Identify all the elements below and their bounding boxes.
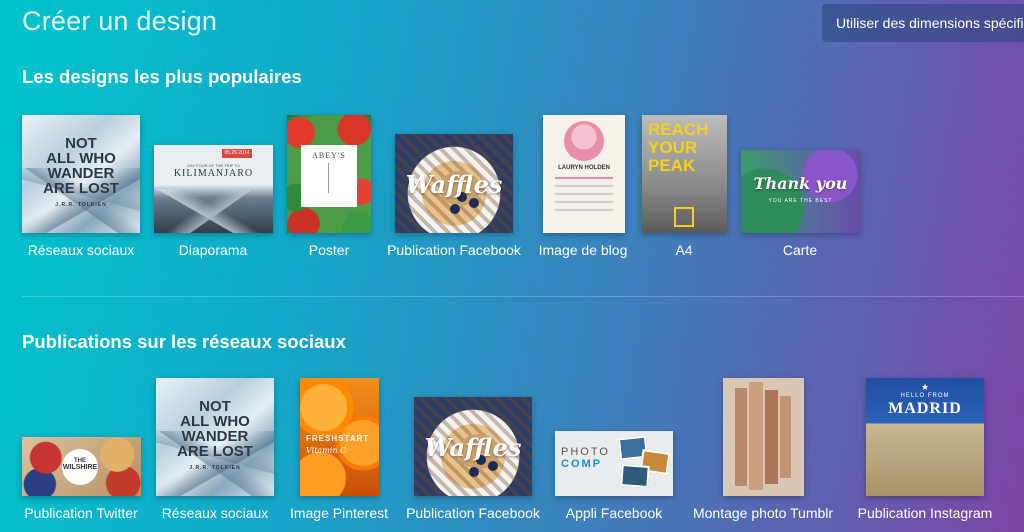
tile-label: Réseaux sociaux [27, 242, 135, 258]
a4-frame [674, 207, 694, 227]
photo-card [620, 464, 650, 488]
blueberry [469, 467, 479, 477]
freshstart-thumbnail: FRESHSTART Vitamin C [300, 378, 379, 496]
blog-line [555, 193, 613, 195]
a4-line-2: YOUR [648, 137, 698, 157]
a4-headline: REACH YOUR PEAK [648, 121, 708, 175]
reach-your-peak-thumbnail: REACH YOUR PEAK [642, 115, 727, 233]
poster-title: ABEY'S [312, 151, 346, 160]
blog-line [555, 201, 613, 203]
blog-line [555, 209, 613, 211]
popular-section-title: Les designs les plus populaires [22, 66, 302, 87]
a4-line-1: REACH [648, 120, 709, 139]
waffles-script: Waffles [424, 433, 522, 462]
tile-label: Diaporama [178, 242, 248, 258]
tile-label: Publication Instagram [857, 505, 993, 521]
quote-author: J.R.R. TOLKIEN [55, 202, 107, 208]
section-divider [22, 296, 1024, 297]
tile-label: Publication Facebook [387, 242, 521, 258]
tile-label: Image de blog [538, 242, 628, 258]
mountain-quote-thumbnail: NOT ALL WHO WANDER ARE LOST J.R.R. TOLKI… [22, 115, 140, 233]
hello-from-text: HELLO FROM [900, 393, 950, 399]
tile-label: Montage photo Tumblr [692, 505, 834, 521]
blog-name: LAURYN HOLDEN [558, 165, 610, 171]
quote-line-4: ARE LOST [177, 443, 253, 460]
blog-profile-thumbnail: LAURYN HOLDEN [543, 115, 625, 233]
thank-you-script: Thank you [753, 174, 848, 193]
waffles-thumbnail: Waffles [395, 134, 513, 233]
card-subtitle: YOU ARE THE BEST [768, 198, 833, 204]
wilshire-thumbnail: THE WILSHIRE [22, 437, 141, 496]
blueberry [488, 461, 498, 471]
quote-author: J.R.R. TOLKIEN [189, 465, 241, 471]
madrid-text: MADRID [888, 400, 962, 417]
tomato-poster-thumbnail: ABEY'S [287, 115, 371, 233]
profile-photo [564, 121, 604, 161]
comp-word: COMP [561, 458, 602, 470]
date-badge: 05.26.2014 [222, 149, 252, 158]
tile-label: Appli Facebook [565, 505, 663, 521]
blueberry [450, 204, 460, 214]
waffles-thumbnail: Waffles [414, 397, 532, 496]
tile-label: A4 [675, 242, 693, 258]
face-montage-thumbnail [723, 378, 804, 496]
kilimanjaro-thumbnail: 05.26.2014 DAY FOUR OF THE TRIP TO KILIM… [154, 145, 273, 233]
a4-line-3: PEAK [648, 155, 696, 175]
photo-word: PHOTO [561, 446, 610, 458]
custom-dimensions-button[interactable]: Utiliser des dimensions spécifiques [822, 4, 1024, 42]
freshstart-title: FRESHSTART [306, 434, 370, 443]
poster-divider [328, 163, 329, 193]
tile-label: Publication Facebook [406, 505, 540, 521]
blog-line [555, 177, 613, 179]
tile-label: Carte [782, 242, 818, 258]
tile-label: Poster [308, 242, 350, 258]
montage-strip [735, 388, 747, 486]
tile-label: Réseaux sociaux [161, 505, 269, 521]
tile-label: Image Pinterest [289, 505, 389, 521]
star-icon: ★ [920, 382, 930, 392]
quote-line-4: ARE LOST [43, 180, 119, 197]
poster-card: ABEY'S [301, 145, 357, 207]
montage-strip [780, 396, 791, 478]
tile-label: Publication Twitter [24, 505, 138, 521]
photo-comp-thumbnail: PHOTO COMP [555, 431, 673, 496]
social-section-title: Publications sur les réseaux sociaux [22, 331, 346, 352]
thank-you-card-thumbnail: Thank you YOU ARE THE BEST [741, 150, 860, 233]
montage-strip [765, 390, 778, 484]
mountain-quote-thumbnail: NOT ALL WHO WANDER ARE LOST J.R.R. TOLKI… [156, 378, 274, 496]
madrid-thumbnail: ★ HELLO FROM MADRID [866, 378, 984, 496]
page-title: Créer un design [22, 6, 218, 36]
montage-strip [749, 382, 763, 490]
blog-line [555, 185, 613, 187]
badge-line-2: WILSHIRE [62, 464, 98, 471]
kilimanjaro-title: KILIMANJARO [173, 168, 254, 179]
waffles-script: Waffles [405, 170, 503, 199]
wilshire-badge: THE WILSHIRE [62, 449, 98, 485]
vitamin-c-script: Vitamin C [306, 446, 347, 455]
blueberry [469, 198, 479, 208]
